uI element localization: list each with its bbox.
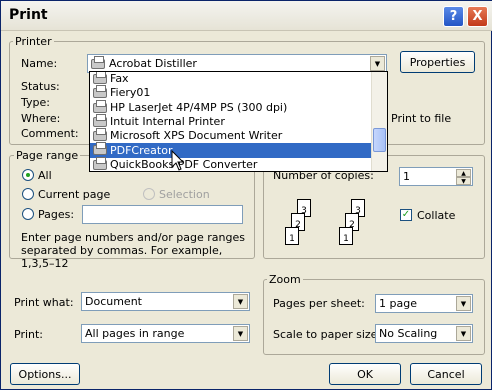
- dropdown-item[interactable]: QuickBooks PDF Converter: [90, 156, 387, 171]
- print-to-file-label[interactable]: Print to file: [391, 112, 451, 125]
- print-combo[interactable]: All pages in range ▼: [81, 324, 250, 343]
- page-icon: 1: [285, 227, 299, 245]
- dropdown-item-label: Fax: [110, 72, 129, 86]
- chevron-down-icon[interactable]: ▼: [233, 294, 248, 309]
- printer-icon: [91, 56, 105, 69]
- help-button[interactable]: ?: [443, 6, 464, 27]
- chevron-down-icon[interactable]: ▼: [233, 326, 248, 341]
- printer-name-value: Acrobat Distiller: [109, 57, 197, 70]
- scale-combo[interactable]: No Scaling ▼: [375, 324, 473, 343]
- pages-label[interactable]: Pages:: [38, 208, 74, 221]
- scale-to-paper-size-label: Scale to paper size:: [273, 328, 382, 341]
- dropdown-item-label: Intuit Internal Printer: [110, 115, 225, 129]
- status-label: Status:: [21, 80, 60, 93]
- page-range-hint: Enter page numbers and/or page ranges se…: [21, 231, 245, 270]
- zoom-legend: Zoom: [267, 273, 303, 286]
- scale-value: No Scaling: [379, 327, 438, 340]
- spin-up-icon[interactable]: ▲: [456, 169, 471, 177]
- printer-icon: [93, 85, 107, 99]
- pages-input[interactable]: [82, 205, 243, 224]
- help-icon: ?: [449, 9, 458, 24]
- page-icon: 1: [339, 227, 353, 245]
- dropdown-item-label: PDFCreator: [110, 143, 173, 157]
- where-label: Where:: [21, 112, 61, 125]
- all-pages-label[interactable]: All: [38, 169, 52, 182]
- printer-icon: [93, 113, 107, 127]
- dropdown-item[interactable]: Intuit Internal Printer: [90, 113, 387, 129]
- dropdown-item[interactable]: Microsoft XPS Document Writer: [90, 128, 387, 143]
- zoom-group: [263, 279, 485, 355]
- mouse-cursor-icon: [171, 150, 185, 171]
- pages-per-sheet-combo[interactable]: 1 page ▼: [375, 294, 473, 313]
- collate-checkbox[interactable]: ✓: [400, 209, 412, 221]
- dropdown-scrollbar[interactable]: [371, 72, 387, 171]
- scrollbar-thumb[interactable]: [373, 128, 386, 152]
- spin-down-icon[interactable]: ▼: [456, 177, 471, 185]
- printer-icon: [93, 128, 107, 142]
- close-button[interactable]: X: [467, 6, 488, 27]
- printer-icon: [93, 72, 107, 84]
- printer-legend: Printer: [13, 35, 54, 48]
- printer-icon: [93, 142, 107, 156]
- dropdown-item-label: Microsoft XPS Document Writer: [110, 129, 283, 143]
- options-button[interactable]: Options...: [10, 363, 80, 385]
- copies-input[interactable]: 1 ▲ ▼: [399, 167, 473, 186]
- pages-per-sheet-value: 1 page: [379, 297, 417, 310]
- printer-dropdown-list[interactable]: Fax Fiery01 HP LaserJet 4P/4MP PS (300 dpi…: [89, 71, 388, 172]
- print-what-label: Print what:: [14, 296, 74, 309]
- properties-button[interactable]: Properties: [400, 51, 475, 73]
- comment-label: Comment:: [21, 127, 79, 140]
- cancel-button[interactable]: Cancel: [410, 363, 482, 385]
- ok-button[interactable]: OK: [329, 363, 401, 385]
- current-page-label[interactable]: Current page: [38, 188, 110, 201]
- print-value: All pages in range: [85, 327, 185, 340]
- chevron-down-icon[interactable]: ▼: [456, 296, 471, 311]
- close-icon: X: [472, 9, 483, 24]
- dialog-title: Print: [9, 7, 48, 23]
- print-what-combo[interactable]: Document ▼: [81, 292, 250, 311]
- print-dialog: Print ? X Printer Name: Acrobat Distille…: [0, 0, 492, 390]
- all-pages-radio[interactable]: [22, 169, 34, 181]
- dropdown-item-label: HP LaserJet 4P/4MP PS (300 dpi): [110, 100, 288, 114]
- dropdown-item-label: Fiery01: [110, 86, 151, 100]
- printer-icon: [93, 156, 107, 170]
- printer-icon: [93, 99, 107, 113]
- pages-radio[interactable]: [22, 208, 34, 220]
- name-label: Name:: [21, 57, 58, 70]
- pages-per-sheet-label: Pages per sheet:: [273, 297, 365, 310]
- type-label: Type:: [21, 96, 50, 109]
- current-page-radio[interactable]: [22, 188, 34, 200]
- title-bar[interactable]: Print ? X: [1, 1, 492, 31]
- chevron-down-icon[interactable]: ▼: [370, 56, 385, 71]
- chevron-down-icon[interactable]: ▼: [456, 326, 471, 341]
- page-range-legend: Page range: [14, 149, 81, 162]
- dropdown-item[interactable]: Fax: [90, 72, 387, 86]
- dropdown-item[interactable]: PDFCreator: [90, 142, 387, 158]
- selection-radio[interactable]: [143, 188, 155, 200]
- selection-label: Selection: [159, 188, 210, 201]
- collate-label[interactable]: Collate: [417, 209, 455, 222]
- dropdown-item[interactable]: Fiery01: [90, 85, 387, 100]
- print-label: Print:: [14, 328, 44, 341]
- dropdown-item[interactable]: HP LaserJet 4P/4MP PS (300 dpi): [90, 99, 387, 115]
- print-what-value: Document: [85, 295, 142, 308]
- copies-value: 1: [403, 170, 410, 183]
